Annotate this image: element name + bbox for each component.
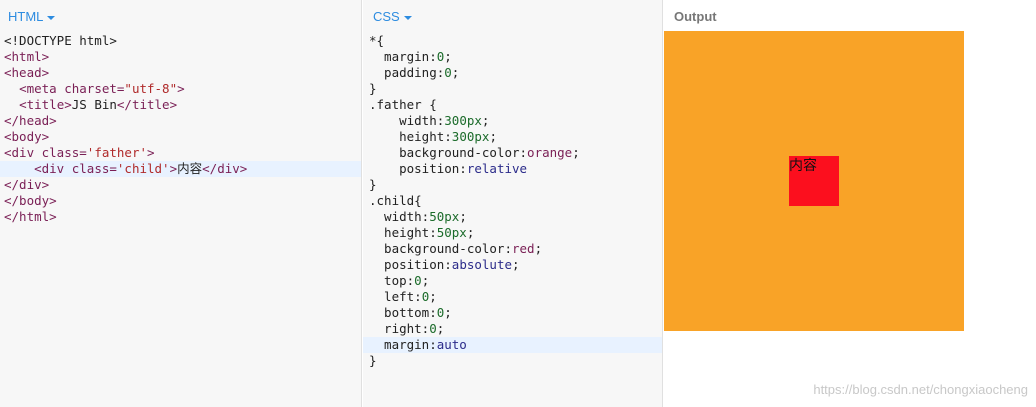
output-preview: 内容 [664, 31, 964, 331]
watermark: https://blog.csdn.net/chongxiaocheng [813, 382, 1028, 397]
code-line: width:50px; [369, 209, 467, 224]
chevron-down-icon [47, 15, 56, 20]
code-line: <title>JS Bin</title> [19, 97, 178, 112]
css-panel-label: CSS [373, 9, 400, 24]
code-line: *{ [369, 33, 385, 48]
code-line: background-color:red; [369, 241, 543, 256]
code-line: </html> [4, 209, 57, 224]
code-line: <head> [4, 65, 50, 80]
code-line: position:relative [369, 161, 528, 176]
child-box: 内容 [789, 156, 839, 206]
code-line: margin:0; [369, 49, 452, 64]
code-line-active: <div class='child'>内容</div> [0, 161, 361, 177]
code-line: background-color:orange; [369, 145, 580, 160]
code-line: .father { [369, 97, 437, 112]
code-line: position:absolute; [369, 257, 520, 272]
code-line: </body> [4, 193, 57, 208]
css-code-editor[interactable]: *{ margin:0; padding:0; } .father { widt… [363, 33, 662, 369]
code-line: height:300px; [369, 129, 497, 144]
code-line: <!DOCTYPE html> [4, 33, 117, 48]
code-line: } [369, 81, 377, 96]
code-line: </head> [4, 113, 57, 128]
css-panel: CSS *{ margin:0; padding:0; } .father { … [363, 0, 663, 407]
code-line-active: margin:auto [363, 337, 662, 353]
chevron-down-icon [403, 15, 412, 20]
html-code-editor[interactable]: <!DOCTYPE html> <html> <head> <meta char… [0, 33, 361, 225]
code-line: <body> [4, 129, 50, 144]
code-line: padding:0; [369, 65, 460, 80]
code-line: bottom:0; [369, 305, 452, 320]
code-line: <div class='father'> [4, 145, 155, 160]
output-panel: Output 内容 https://blog.csdn.net/chongxia… [664, 0, 1036, 407]
html-panel: HTML <!DOCTYPE html> <html> <head> <meta… [0, 0, 362, 407]
html-panel-menu[interactable]: HTML [8, 9, 56, 24]
code-line: } [369, 177, 377, 192]
code-line: </div> [4, 177, 50, 192]
code-line: } [369, 353, 377, 368]
code-line: width:300px; [369, 113, 490, 128]
code-line: .child{ [369, 193, 422, 208]
father-box: 内容 [664, 31, 964, 331]
html-panel-label: HTML [8, 9, 44, 24]
code-line: <meta charset="utf-8"> [19, 81, 185, 96]
code-line: <html> [4, 49, 50, 64]
code-line: right:0; [369, 321, 445, 336]
output-panel-label: Output [674, 9, 717, 24]
code-line: height:50px; [369, 225, 475, 240]
code-line: left:0; [369, 289, 437, 304]
code-line: top:0; [369, 273, 430, 288]
css-panel-menu[interactable]: CSS [373, 9, 412, 24]
